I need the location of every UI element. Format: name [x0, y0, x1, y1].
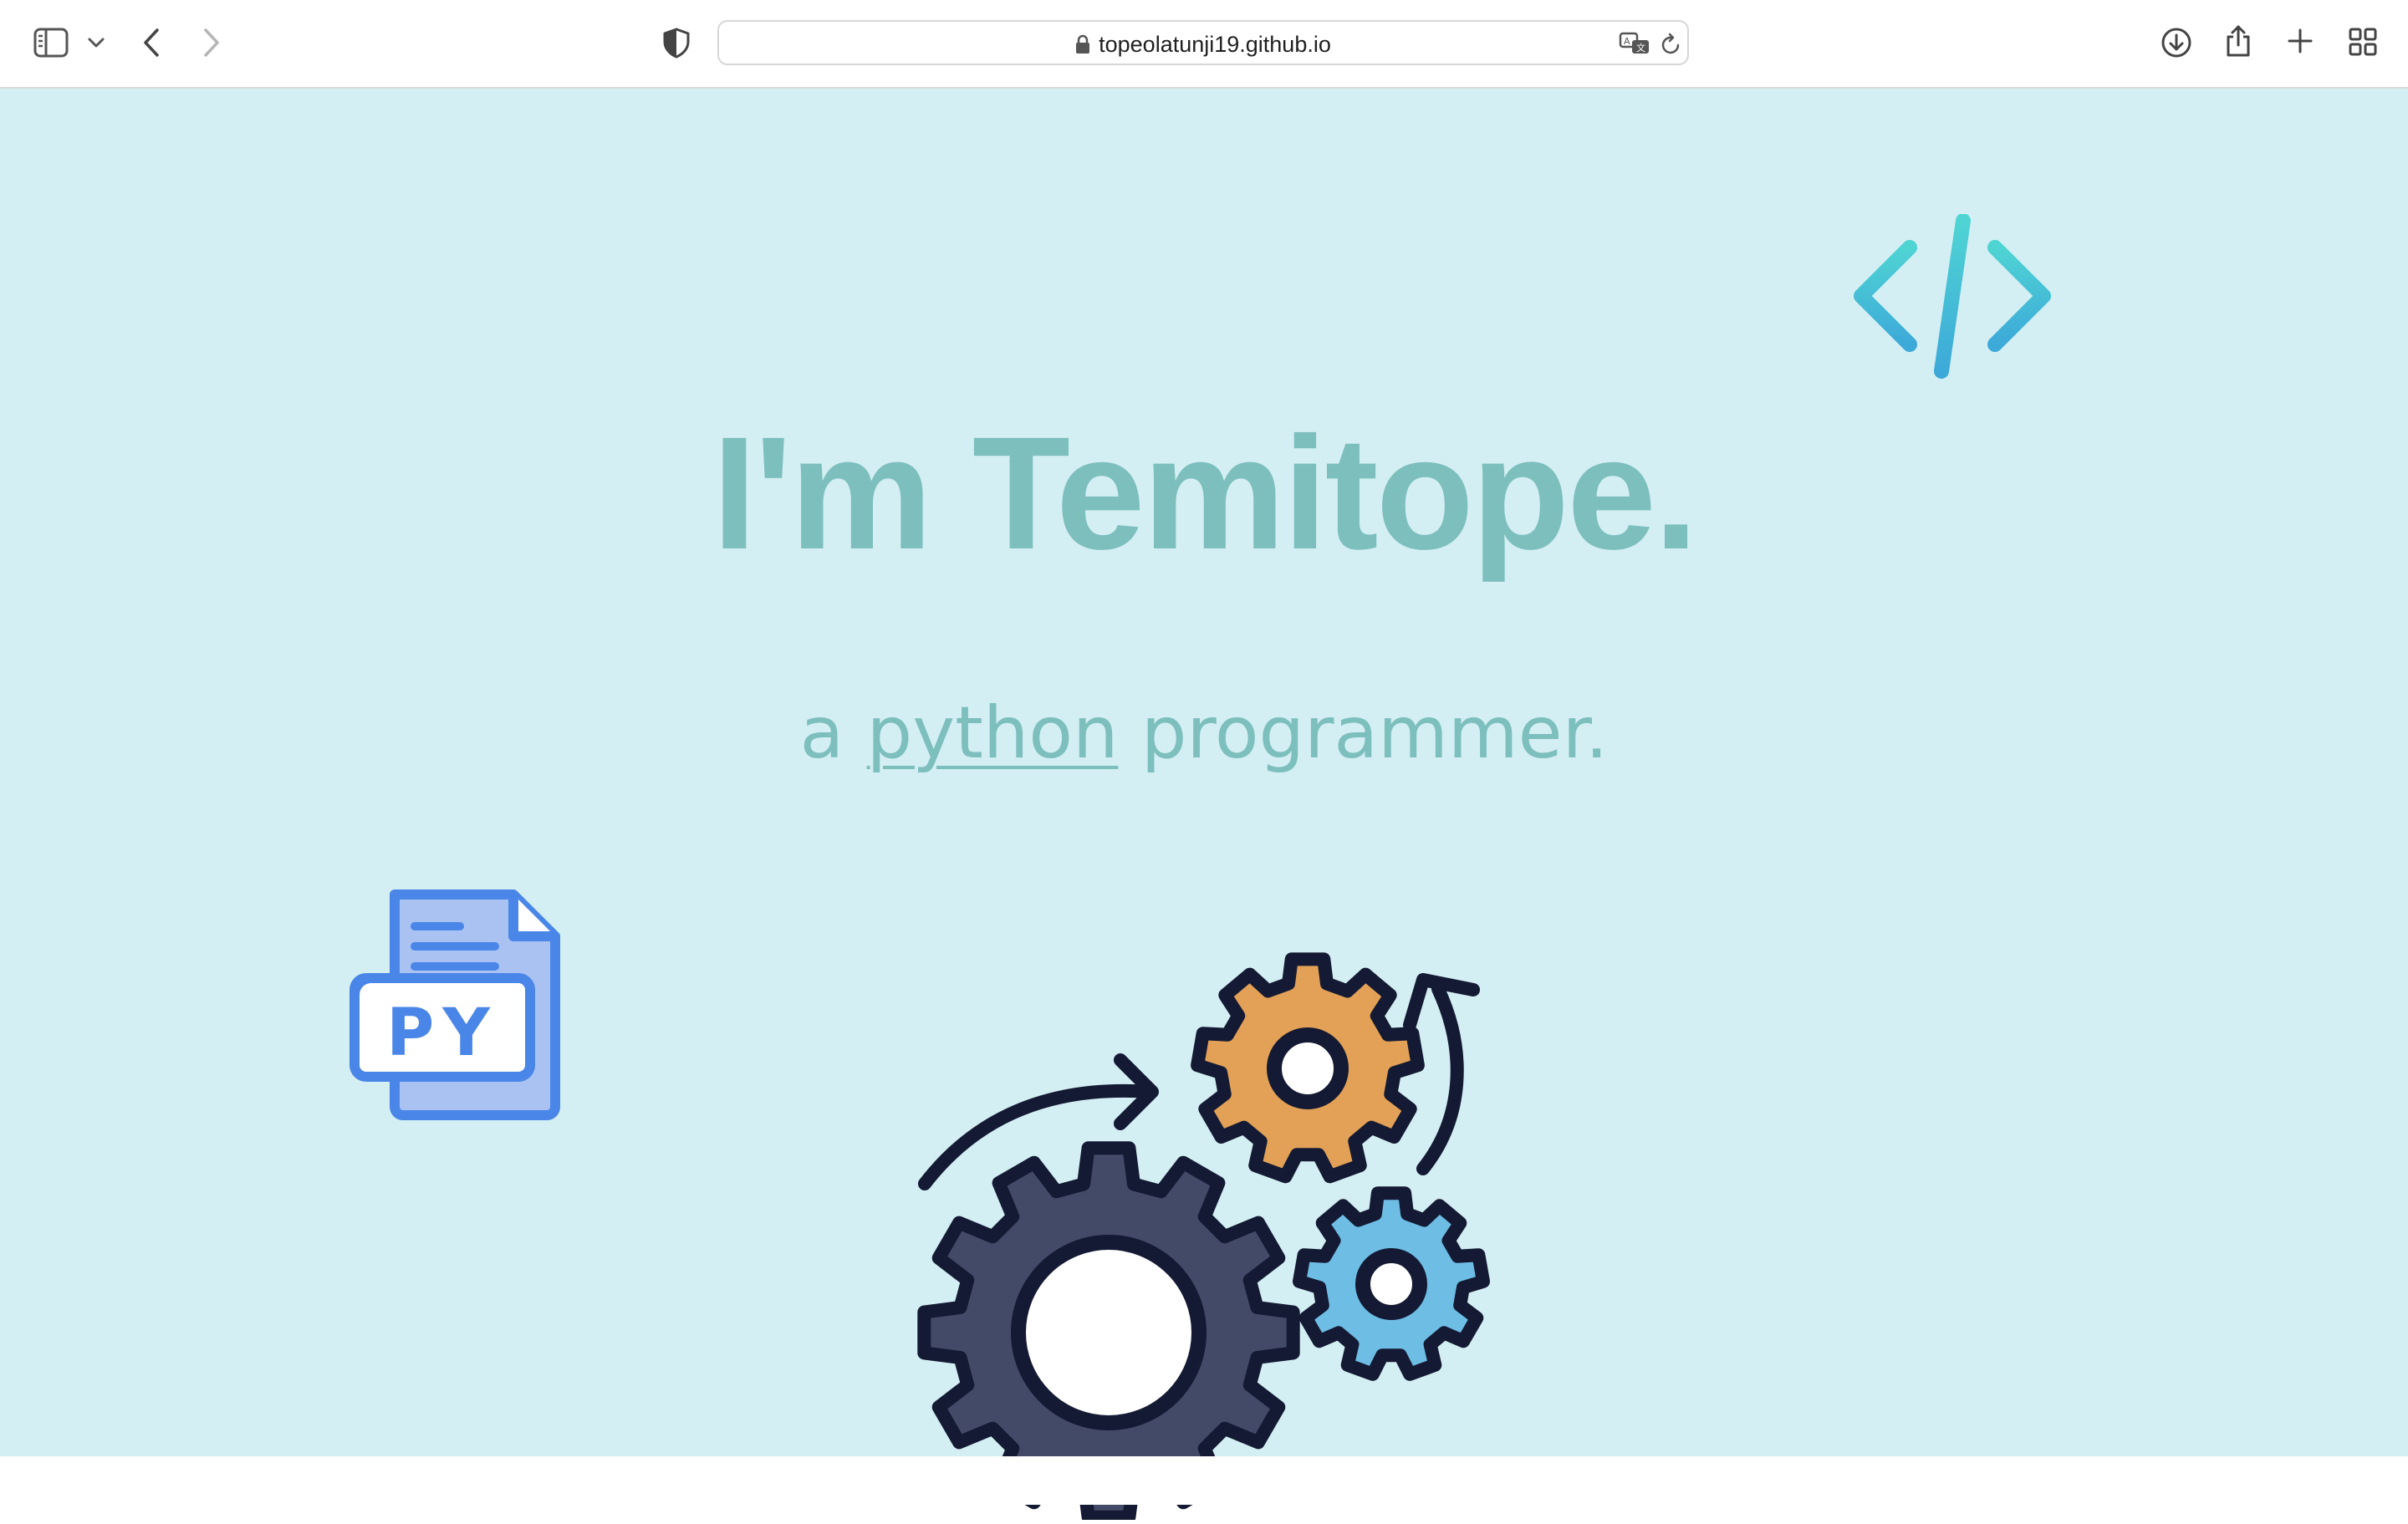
tagline-language-link[interactable]: python — [867, 691, 1119, 775]
tagline-prefix: a — [799, 691, 844, 775]
gears-illustration — [911, 951, 1497, 1524]
share-icon[interactable] — [2224, 23, 2252, 59]
tagline: a python programmer. — [0, 691, 2408, 777]
url-text: topeolatunji19.github.io — [1099, 32, 1331, 57]
page-title: I'm Temitope. — [712, 403, 1699, 583]
python-file-icon: PY — [348, 888, 562, 1126]
forward-icon[interactable] — [201, 27, 222, 59]
new-tab-icon[interactable] — [2286, 27, 2314, 55]
translate-icon[interactable]: A 文 — [1619, 32, 1652, 57]
page-bottom-edge — [0, 1456, 2408, 1505]
back-icon[interactable] — [140, 27, 162, 59]
svg-text:A: A — [1624, 36, 1630, 47]
download-icon[interactable] — [2161, 27, 2192, 59]
py-badge-text: PY — [386, 996, 498, 1071]
reload-icon[interactable] — [1661, 33, 1682, 56]
privacy-shield-icon[interactable] — [662, 27, 691, 59]
tab-overview-icon[interactable] — [2348, 27, 2378, 57]
tagline-suffix: programmer. — [1140, 691, 1609, 775]
hero-section: I'm Temitope. a python programmer. PY — [0, 89, 2408, 1524]
orange-gear-icon — [1191, 952, 1425, 1184]
browser-toolbar: topeolatunji19.github.io A 文 — [0, 0, 2408, 89]
lock-icon — [1075, 34, 1090, 54]
chevron-down-icon[interactable] — [87, 37, 105, 48]
address-bar[interactable]: topeolatunji19.github.io A 文 — [717, 20, 1689, 65]
svg-text:文: 文 — [1636, 42, 1645, 54]
blue-gear-icon — [1293, 1186, 1490, 1381]
sidebar-icon[interactable] — [33, 28, 69, 58]
code-brackets-icon — [1846, 213, 2055, 385]
